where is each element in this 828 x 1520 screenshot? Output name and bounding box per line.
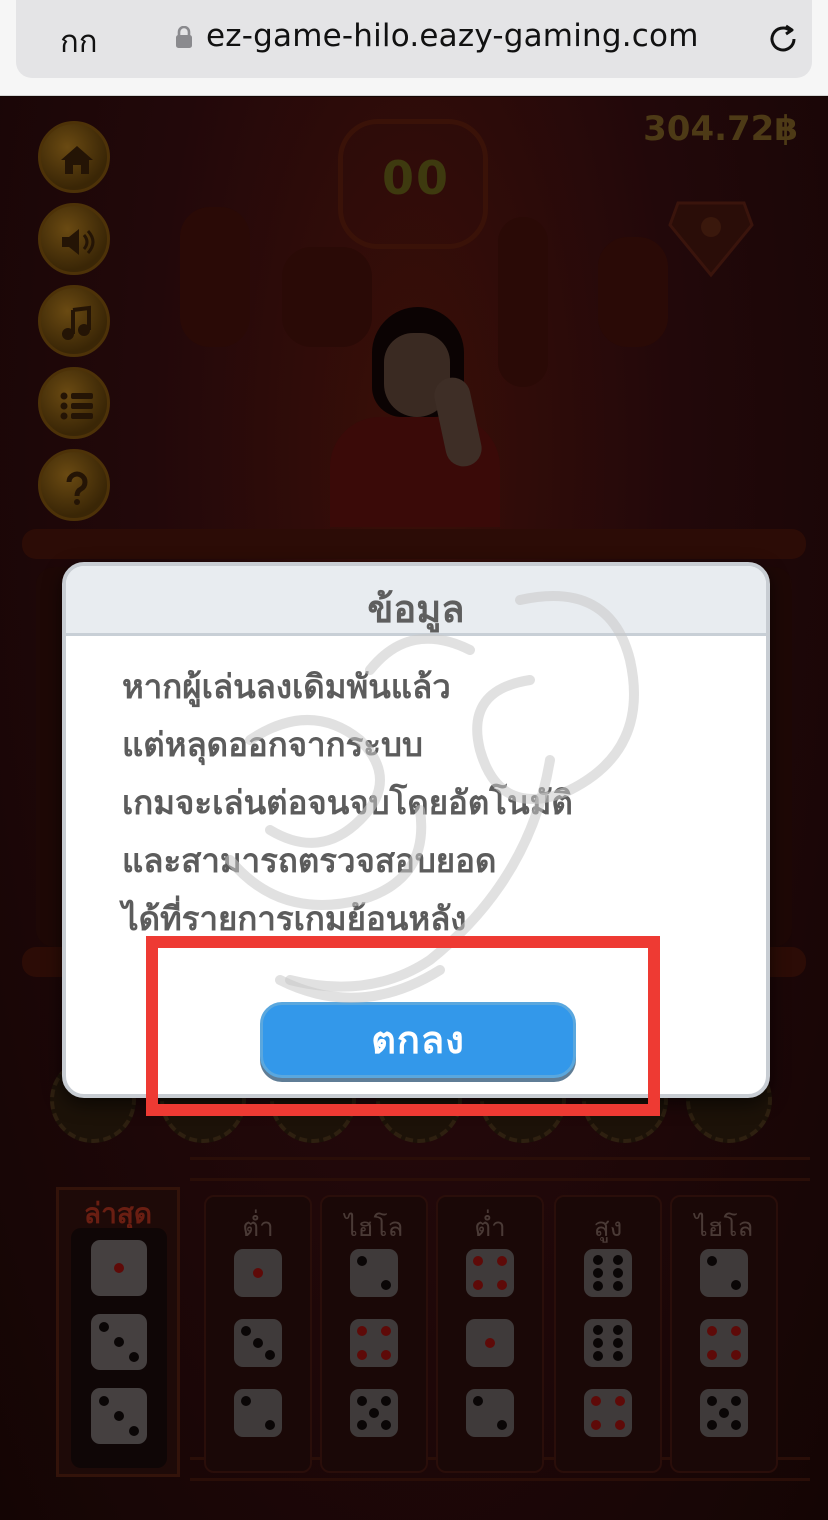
history-list-button[interactable] [38,367,110,439]
history-column: สูง [554,1195,662,1473]
diamond-icon[interactable] [668,189,754,279]
history-latest-column: ล่าสุด [56,1187,180,1477]
latest-dice [71,1228,167,1468]
die-face-1 [234,1249,282,1297]
die-face-5 [350,1389,398,1437]
lantern-decoration [498,217,548,387]
history-column-title: ต่ำ [242,1213,274,1243]
die-face-4 [466,1249,514,1297]
dialog-message-line: และสามารถตรวจสอบยอด [122,841,497,880]
music-icon [62,305,91,340]
lantern-decoration [282,247,372,347]
dialog-header: ข้อมูล [66,566,766,636]
die-face-2 [700,1249,748,1297]
history-column-title: ไฮโล [694,1213,754,1243]
scroll-rod-top [22,529,806,559]
die-face-2 [466,1389,514,1437]
decorative-border [190,1157,810,1181]
history-column: ต่ำ [436,1195,544,1473]
menu-list-icon [60,392,93,420]
die-face-5 [700,1389,748,1437]
browser-toolbar: กก ez-game-hilo.eazy-gaming.com [0,0,828,96]
help-icon [66,471,88,505]
balance-display: 304.72฿ [643,109,798,149]
reload-icon[interactable] [764,20,802,58]
die-face-3 [91,1314,147,1370]
home-button[interactable] [38,121,110,193]
history-column-title: สูง [593,1213,623,1243]
die-face-2 [234,1389,282,1437]
dialog-title: ข้อมูล [367,587,465,631]
history-column: ต่ำ [204,1195,312,1473]
die-face-3 [234,1319,282,1367]
dialog-message-line: แต่หลุดออกจากระบบ [122,725,423,764]
die-face-4 [584,1389,632,1437]
history-column-title: ไฮโล [344,1213,404,1243]
die-face-6 [584,1249,632,1297]
sound-icon [62,229,95,255]
die-face-2 [350,1249,398,1297]
home-icon [61,146,93,174]
dialog-message-line: เกมจะเล่นต่อจนจบโดยอัตโนมัติ [122,783,573,822]
lantern-decoration [180,207,250,347]
history-column: ไฮโล [670,1195,778,1473]
countdown-timer: 00 [382,151,451,205]
address-bar[interactable]: กก ez-game-hilo.eazy-gaming.com [16,0,812,78]
die-face-1 [91,1240,147,1296]
lantern-decoration [598,237,668,347]
history-column-title: ต่ำ [474,1213,506,1243]
music-button[interactable] [38,285,110,357]
url-text[interactable]: ez-game-hilo.eazy-gaming.com [206,18,699,54]
history-column: ไฮโล [320,1195,428,1473]
die-face-6 [584,1319,632,1367]
die-face-1 [466,1319,514,1367]
sound-button[interactable] [38,203,110,275]
reader-text-size-button[interactable]: กก [60,16,98,66]
dialog-message: หากผู้เล่นลงเดิมพันแล้ว แต่หลุดออกจากระบ… [122,658,742,948]
page: { "browser": { "aa_label": "กก", "url": … [0,0,828,1520]
lock-icon [176,26,192,48]
highlight-box [146,936,660,1116]
dialog-message-line: หากผู้เล่นลงเดิมพันแล้ว [122,667,451,706]
die-face-4 [700,1319,748,1367]
die-face-4 [350,1319,398,1367]
die-face-3 [91,1388,147,1444]
help-button[interactable] [38,449,110,521]
